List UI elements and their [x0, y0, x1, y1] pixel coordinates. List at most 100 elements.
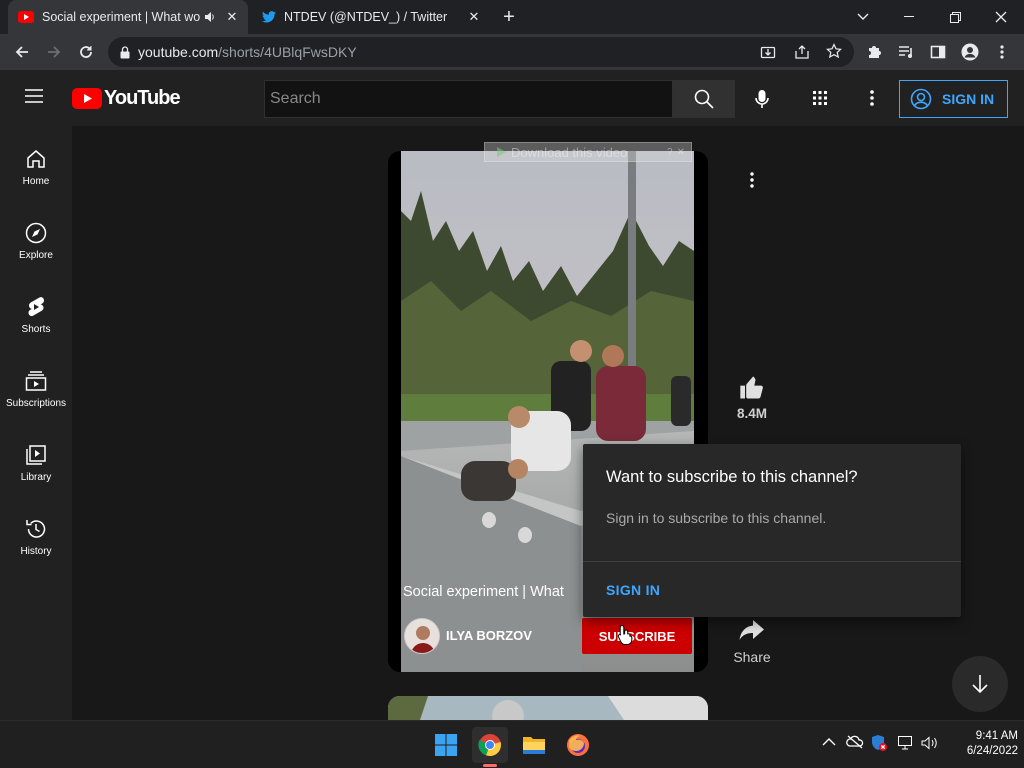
extensions-button[interactable]: [860, 38, 888, 66]
tab-title: Social experiment | What wo: [42, 10, 200, 24]
security-shield-icon[interactable]: [870, 734, 888, 752]
windows-taskbar: 9:41 AM 6/24/2022: [0, 720, 1024, 768]
media-queue-icon: [899, 46, 912, 58]
channel-avatar[interactable]: [404, 618, 440, 654]
taskbar-file-explorer[interactable]: [516, 727, 552, 763]
microphone-icon: [755, 90, 769, 108]
sidebar-item-subscriptions[interactable]: Subscriptions: [0, 348, 72, 422]
sidebar-item-library[interactable]: Library: [0, 422, 72, 496]
tab-twitter[interactable]: NTDEV (@NTDEV_) / Twitter ✕: [252, 0, 490, 34]
apps-grid-icon: [813, 91, 827, 105]
new-tab-button[interactable]: +: [498, 6, 520, 28]
chrome-menu-button[interactable]: [988, 38, 1016, 66]
show-hidden-icons-button[interactable]: [822, 737, 836, 747]
sidebar-item-shorts[interactable]: Shorts: [0, 274, 72, 348]
subscriptions-icon: [25, 371, 47, 391]
sidebar-item-home[interactable]: Home: [0, 126, 72, 200]
compass-icon: [25, 222, 47, 244]
subscribe-button[interactable]: SUBSCRIBE: [582, 618, 692, 654]
close-icon[interactable]: ✕: [677, 147, 685, 158]
play-icon: [495, 146, 507, 158]
short-title[interactable]: Social experiment | What: [403, 584, 583, 600]
sidebar-item-label: Explore: [19, 250, 53, 261]
sidebar-item-label: Home: [22, 176, 50, 187]
youtube-icon: [18, 11, 34, 23]
system-clock[interactable]: 9:41 AM 6/24/2022: [948, 729, 1018, 759]
search-button[interactable]: [672, 80, 735, 118]
address-bar[interactable]: youtube.com/shorts/4UBlqFwsDKY: [108, 37, 854, 67]
guide-menu-button[interactable]: [24, 88, 44, 104]
voice-search-button[interactable]: [742, 80, 782, 118]
apps-button[interactable]: [810, 88, 830, 108]
hand-cursor-icon: [617, 624, 633, 646]
profile-button[interactable]: [956, 38, 984, 66]
share-button[interactable]: [728, 614, 776, 646]
taskbar-chrome[interactable]: [472, 727, 508, 763]
popup-sign-in-button[interactable]: SIGN IN: [606, 582, 660, 598]
popup-title: Want to subscribe to this channel?: [606, 468, 858, 486]
kebab-menu-icon: [1000, 45, 1004, 59]
forward-button[interactable]: [40, 38, 68, 66]
settings-menu-button[interactable]: [862, 88, 882, 108]
onedrive-icon[interactable]: [846, 735, 864, 749]
youtube-logo-icon: [72, 88, 102, 109]
share-arrow-icon: [739, 620, 764, 640]
reload-button[interactable]: [72, 38, 100, 66]
install-icon[interactable]: [760, 44, 776, 60]
speaker-icon[interactable]: [204, 11, 216, 23]
side-panel-button[interactable]: [924, 38, 952, 66]
help-icon[interactable]: ?: [667, 147, 673, 158]
more-options-button[interactable]: [737, 168, 767, 192]
media-control-button[interactable]: [892, 38, 920, 66]
sidebar-item-history[interactable]: History: [0, 496, 72, 570]
share-page-icon[interactable]: [794, 44, 810, 60]
network-icon[interactable]: [898, 736, 914, 750]
guide-sidebar: Home Explore Shorts Subscriptions Librar…: [0, 126, 72, 720]
firefox-icon: [567, 734, 589, 756]
taskbar-firefox[interactable]: [560, 727, 596, 763]
puzzle-icon: [869, 46, 881, 58]
sign-in-button[interactable]: SIGN IN: [899, 80, 1008, 118]
start-button[interactable]: [428, 727, 464, 763]
kebab-menu-icon: [750, 172, 754, 188]
close-window-button[interactable]: [978, 0, 1024, 34]
browser-tab-strip: Social experiment | What wo ✕ NTDEV (@NT…: [0, 0, 1024, 34]
clock-date: 6/24/2022: [966, 745, 1018, 757]
search-placeholder: Search: [270, 90, 321, 107]
logo-text: YouTube: [104, 87, 181, 109]
arrow-right-icon: [48, 46, 61, 58]
youtube-logo[interactable]: YouTube: [72, 87, 181, 110]
back-button[interactable]: [8, 38, 36, 66]
close-icon: [995, 11, 1007, 23]
sidebar-item-label: Shorts: [21, 324, 51, 335]
account-icon: [910, 88, 932, 110]
restore-button[interactable]: [932, 0, 978, 34]
like-button[interactable]: [728, 370, 776, 406]
close-tab-icon[interactable]: ✕: [466, 9, 482, 25]
channel-name[interactable]: ILYA BORZOV: [446, 628, 532, 643]
lock-icon[interactable]: [120, 45, 130, 59]
tab-search-button[interactable]: [840, 0, 886, 34]
arrow-down-icon: [972, 675, 988, 694]
volume-icon[interactable]: [921, 736, 939, 750]
subscribe-label: SUBSCRIBE: [598, 628, 676, 644]
search-input[interactable]: Search: [264, 80, 672, 118]
tab-title: NTDEV (@NTDEV_) / Twitter: [284, 10, 448, 24]
download-video-overlay[interactable]: Download this video ? ✕: [484, 142, 692, 162]
bookmark-star-icon[interactable]: [826, 43, 842, 59]
reload-icon: [80, 46, 92, 58]
search-icon: [694, 89, 714, 109]
kebab-menu-icon: [870, 90, 874, 106]
close-tab-icon[interactable]: ✕: [224, 9, 240, 25]
sidebar-item-explore[interactable]: Explore: [0, 200, 72, 274]
home-icon: [27, 150, 45, 168]
minimize-button[interactable]: [886, 0, 932, 34]
library-icon: [26, 445, 46, 465]
chrome-icon: [478, 734, 501, 757]
minimize-icon: [904, 16, 914, 17]
like-count: 8.4M: [736, 406, 767, 421]
tab-youtube[interactable]: Social experiment | What wo ✕: [8, 0, 248, 34]
windows-logo-icon: [435, 734, 457, 756]
next-short-button[interactable]: [952, 656, 1008, 712]
arrow-left-icon: [15, 46, 28, 58]
